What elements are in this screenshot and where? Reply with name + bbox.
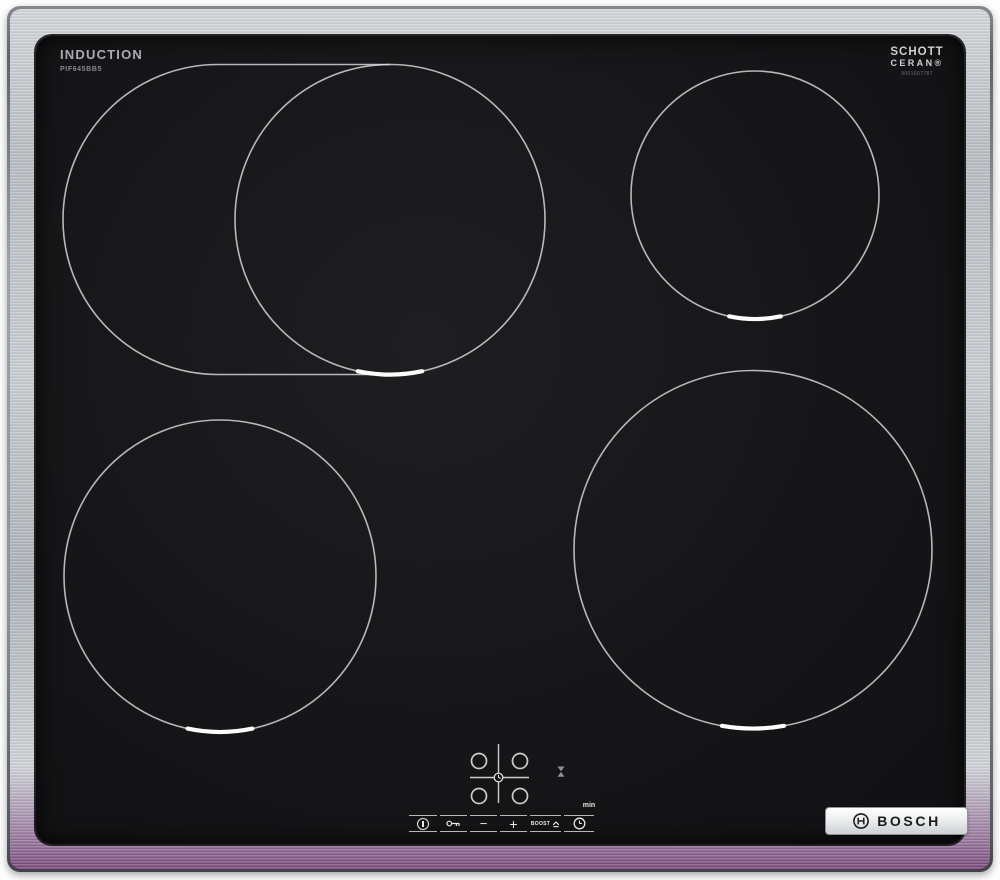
cooking-zones-graphic	[36, 36, 964, 844]
decrease-button[interactable]: −	[470, 815, 497, 832]
timer-button[interactable]	[564, 815, 594, 832]
boost-button[interactable]: BOOST	[530, 815, 561, 832]
zone-rear-left-circle	[235, 65, 545, 375]
bosch-badge: BOSCH	[826, 808, 967, 834]
hourglass-icon	[558, 767, 565, 777]
selector-zone-front-right-button[interactable]	[513, 789, 528, 804]
schott-logo-line2: CERAN®	[882, 58, 952, 68]
key-lock-icon	[446, 819, 461, 828]
clock-icon	[494, 773, 503, 782]
zone-rear-left-marker	[358, 371, 422, 374]
induction-hob-photo: INDUCTION PIF645BB5 SCHOTT CERAN® 900160…	[0, 0, 1000, 880]
selector-zone-front-left-button[interactable]	[472, 789, 487, 804]
zone-rear-right-marker	[729, 316, 781, 319]
zone-front-left-circle	[64, 420, 376, 732]
schott-ceran-logo: SCHOTT CERAN® 9001607787	[882, 46, 952, 77]
control-strip: − + BOOST	[409, 815, 594, 832]
minus-symbol: −	[480, 818, 488, 830]
model-number: PIF645BB5	[60, 66, 102, 73]
schott-code: 9001607787	[882, 71, 952, 77]
selector-zone-rear-right-button[interactable]	[513, 754, 528, 769]
clock-icon	[573, 817, 586, 830]
bosch-armature-icon	[852, 812, 870, 830]
timer-zone-selector[interactable]	[470, 744, 529, 804]
zone-front-right-marker	[722, 726, 784, 729]
power-button[interactable]	[409, 815, 437, 832]
selector-zone-rear-left-button[interactable]	[472, 754, 487, 769]
child-lock-button[interactable]	[440, 815, 467, 832]
plus-symbol: +	[509, 818, 517, 830]
boost-label: BOOST	[531, 821, 550, 827]
flex-zone-outline	[63, 65, 545, 375]
boost-chevron-icon	[552, 820, 560, 828]
power-icon	[417, 818, 429, 830]
flex-zone-stadium	[63, 65, 390, 375]
timer-min-label: min	[579, 802, 599, 809]
zone-rear-right-circle	[631, 71, 879, 319]
increase-button[interactable]: +	[500, 815, 527, 832]
zone-front-left-marker	[188, 729, 253, 732]
zone-front-right-circle	[574, 371, 932, 729]
schott-logo-line1: SCHOTT	[882, 46, 952, 58]
ceramic-glass-surface: INDUCTION PIF645BB5 SCHOTT CERAN® 900160…	[36, 36, 964, 844]
bosch-wordmark: BOSCH	[877, 813, 941, 829]
induction-label: INDUCTION	[60, 47, 143, 62]
